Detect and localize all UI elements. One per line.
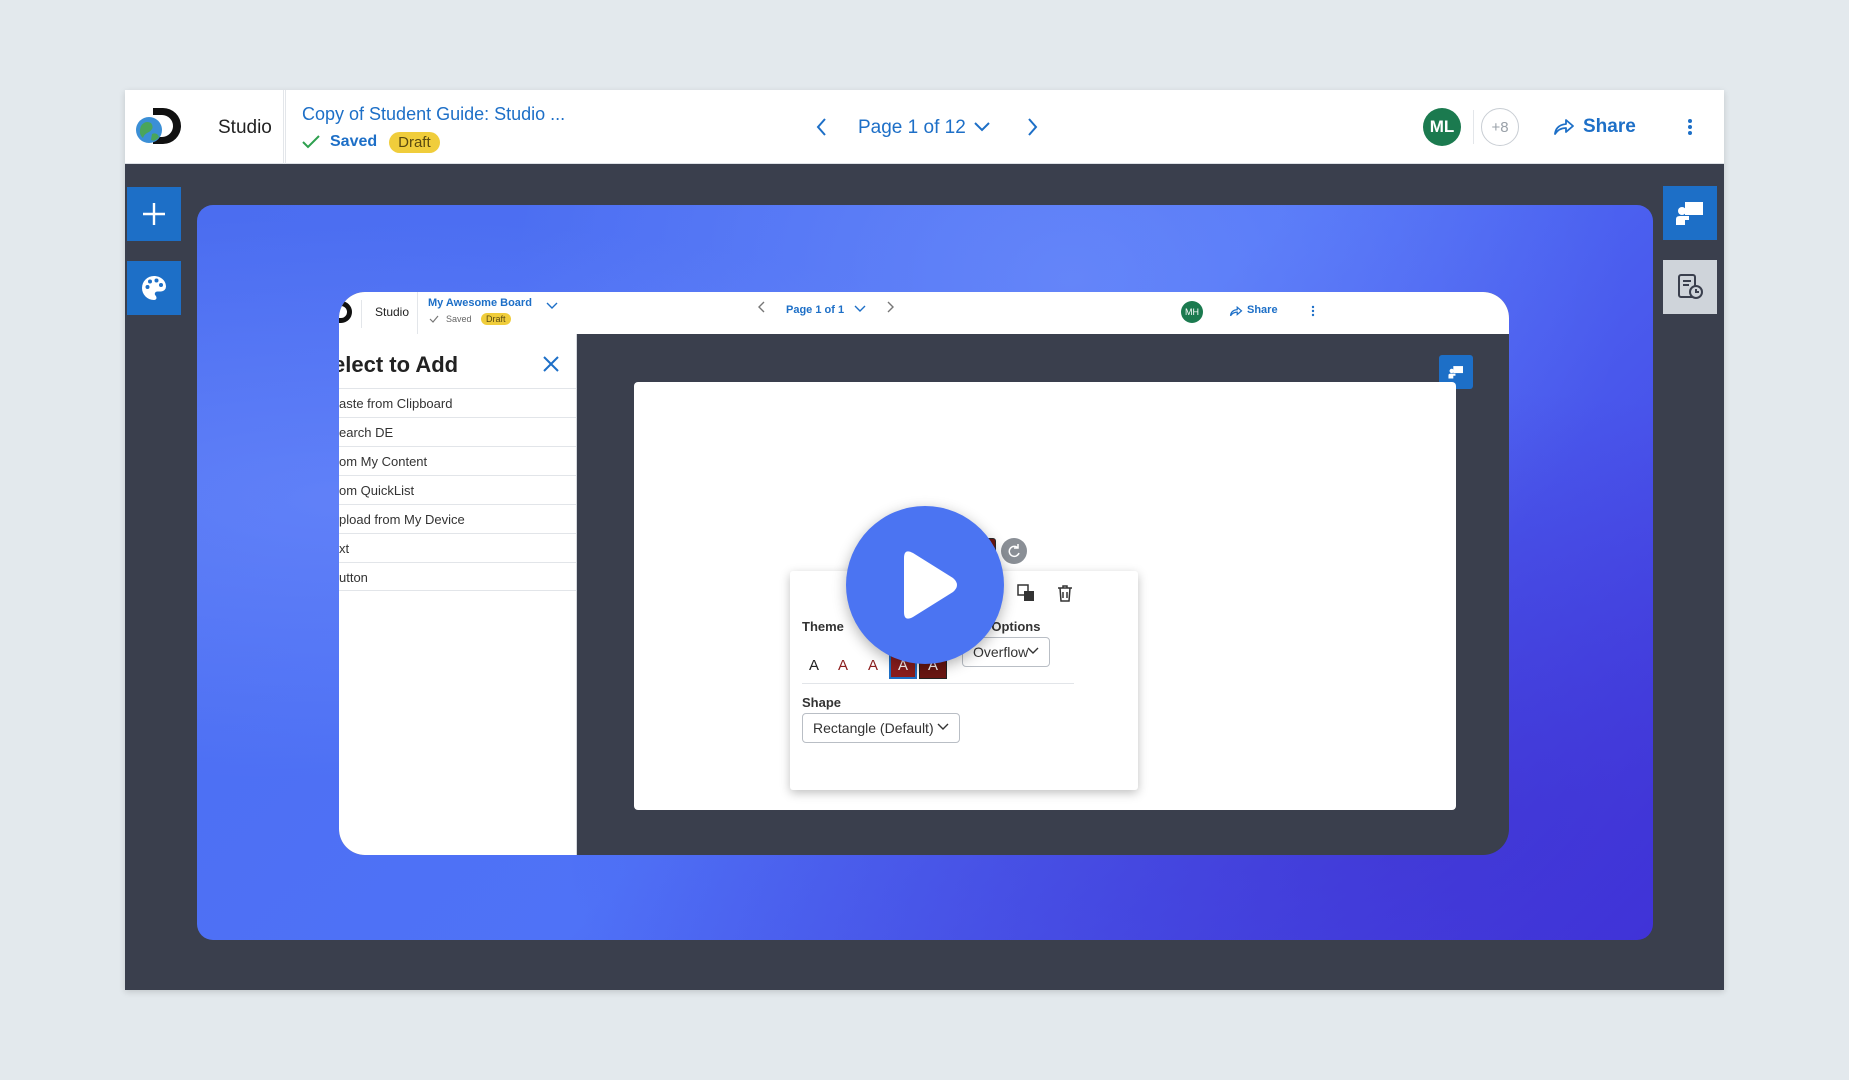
video-canvas: Studio My Awesome Board Saved Draft Page… <box>197 205 1653 940</box>
saved-label: Saved <box>330 133 378 150</box>
presenter-icon <box>1448 366 1463 379</box>
list-item: pload from My Device <box>339 504 576 533</box>
inner-share-label: Share <box>1247 304 1278 316</box>
shape-select: Rectangle (Default) <box>802 713 960 743</box>
delete-icon <box>1058 585 1072 602</box>
share-icon <box>1554 119 1574 135</box>
palette-icon <box>142 276 166 300</box>
inner-top-bar: Studio My Awesome Board Saved Draft Page… <box>339 292 1509 334</box>
rotate-icon <box>1008 544 1020 558</box>
prev-page-icon <box>758 301 765 313</box>
discovery-logo <box>136 108 181 144</box>
next-page-icon <box>887 301 894 313</box>
app-name: Studio <box>218 117 272 138</box>
panel-list: aste from Clipboard earch DE om My Conte… <box>339 388 576 591</box>
check-icon <box>302 135 320 149</box>
more-options-icon[interactable] <box>1683 114 1697 140</box>
avatar[interactable]: ML <box>1423 108 1461 146</box>
inner-avatar: MH <box>1181 301 1203 323</box>
inner-app-name: Studio <box>375 305 410 319</box>
notes-button[interactable] <box>1663 260 1717 314</box>
plus-icon <box>143 203 165 225</box>
inner-logo <box>339 301 352 323</box>
theme-option: A <box>808 656 819 674</box>
select-to-add-panel: elect to Add aste from Clipboard earch D… <box>339 334 577 855</box>
app-window: Studio Copy of Student Guide: Studio ...… <box>125 90 1724 990</box>
page-selector[interactable]: Page 1 of 12 <box>858 117 966 139</box>
chevron-down-icon <box>546 302 558 309</box>
chevron-down-icon[interactable] <box>973 120 991 134</box>
list-item: om QuickList <box>339 475 576 504</box>
divider <box>283 90 284 164</box>
presenter-button[interactable] <box>1663 186 1717 240</box>
share-button[interactable]: Share <box>1553 112 1636 142</box>
next-page-icon[interactable] <box>1017 112 1047 142</box>
inner-page-label: Page 1 of 1 <box>786 304 845 316</box>
document-title[interactable]: Copy of Student Guide: Studio ... <box>302 104 565 125</box>
prev-page-icon[interactable] <box>807 112 837 142</box>
inner-board-title: My Awesome Board <box>428 297 532 309</box>
share-icon <box>1229 306 1243 317</box>
save-status: Saved Draft <box>302 131 440 153</box>
list-item: earch DE <box>339 417 576 446</box>
list-item: aste from Clipboard <box>339 388 576 417</box>
inner-saved-label: Saved <box>446 314 472 324</box>
draft-badge: Draft <box>389 131 440 153</box>
presenter-icon <box>1676 202 1703 225</box>
more-collaborators[interactable]: +8 <box>1481 108 1519 146</box>
divider <box>1473 110 1474 144</box>
check-icon <box>429 315 439 323</box>
divider <box>361 300 362 328</box>
divider <box>417 292 418 334</box>
share-label: Share <box>1583 116 1636 137</box>
shape-label: Shape <box>802 695 842 710</box>
chevron-down-icon <box>1027 647 1039 654</box>
add-button[interactable] <box>127 187 181 241</box>
chevron-down-icon <box>854 305 866 312</box>
layer-icon <box>1017 584 1034 601</box>
rotate-button <box>1001 538 1027 564</box>
theme-label: Theme <box>802 619 844 634</box>
theme-button[interactable] <box>127 261 181 315</box>
top-bar: Studio Copy of Student Guide: Studio ...… <box>125 90 1724 164</box>
notes-icon <box>1678 274 1703 299</box>
more-options-icon <box>1311 305 1315 317</box>
shape-value: Rectangle (Default) <box>813 720 934 736</box>
chevron-down-icon <box>937 723 949 730</box>
play-button[interactable] <box>846 506 1004 664</box>
list-item: om My Content <box>339 446 576 475</box>
divider <box>285 90 286 164</box>
close-icon <box>543 356 559 372</box>
play-icon <box>904 551 957 619</box>
list-item: utton <box>339 562 576 591</box>
panel-title: elect to Add <box>339 352 459 377</box>
list-item: xt <box>339 533 576 562</box>
inner-draft-badge: Draft <box>481 313 511 325</box>
divider <box>802 683 1074 684</box>
